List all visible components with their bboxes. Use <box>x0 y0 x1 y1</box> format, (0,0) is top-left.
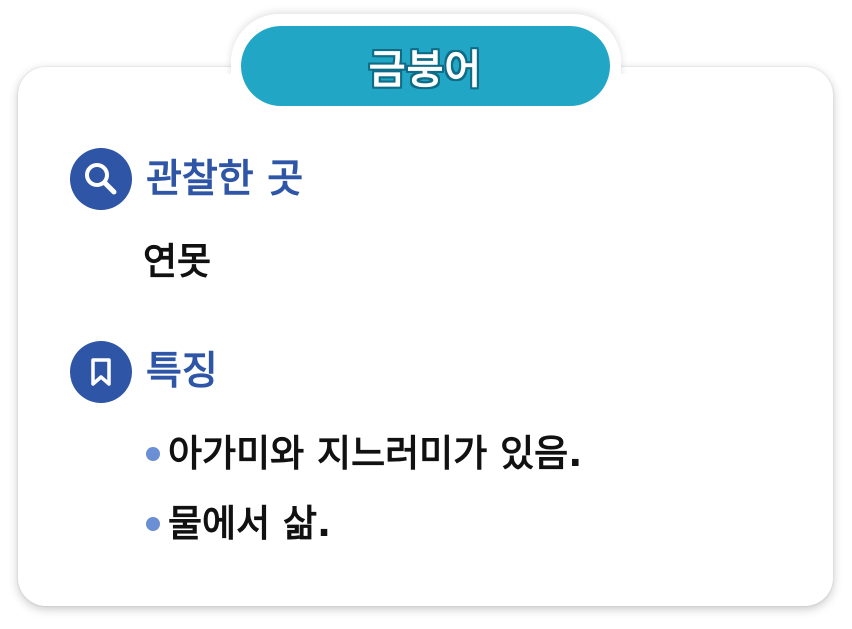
info-card <box>18 67 833 606</box>
bullet-icon <box>146 516 160 531</box>
place-value: 연못 <box>143 240 212 283</box>
place-heading: 관찰한 곳 <box>146 157 304 202</box>
card-title: 금붕어 <box>368 47 483 93</box>
features-heading: 특징 <box>146 349 218 394</box>
list-item: 아가미와 지느러미가 있음. <box>146 435 582 472</box>
list-item: 물에서 삶. <box>146 505 331 542</box>
search-icon <box>70 148 132 210</box>
feature-item: 물에서 삶. <box>168 502 332 545</box>
title-badge: 금붕어 <box>241 26 610 106</box>
feature-item: 아가미와 지느러미가 있음. <box>168 432 583 475</box>
bullet-icon <box>146 446 160 461</box>
bookmark-icon <box>70 341 132 403</box>
